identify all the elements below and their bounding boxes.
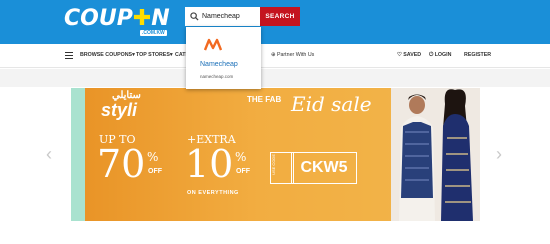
banner-headline-script: Eid sale: [291, 92, 372, 116]
banner-accent: [71, 88, 85, 221]
heart-icon: ♡: [397, 52, 402, 58]
models-photo: [391, 88, 480, 221]
suggestion-item[interactable]: Namecheap namecheap.com: [186, 27, 261, 89]
carousel-next-icon[interactable]: ›: [496, 144, 502, 165]
on-everything-label: ON EVERYTHING: [187, 190, 239, 196]
search-icon: [190, 12, 199, 21]
nav-login-label: LOGIN: [434, 52, 452, 58]
nav-saved-label: SAVED: [403, 52, 422, 58]
promo-banner[interactable]: ستايلي styli THE FAB Eid sale UP TO 70 %…: [71, 88, 480, 221]
nav-partner-label: Partner With Us: [276, 52, 315, 58]
discount-10: 10: [185, 142, 234, 186]
nav-saved[interactable]: ♡ SAVED: [397, 52, 421, 58]
promo-code: CKW5: [291, 152, 357, 184]
site-logo[interactable]: COUP✚N .COM.KW: [64, 6, 180, 38]
power-icon: ⏻: [429, 52, 434, 58]
spacer-strip: [0, 69, 550, 87]
logo-o-icon: ✚: [132, 6, 152, 31]
nav-login[interactable]: ⏻ LOGIN: [429, 52, 451, 59]
off-label-2: OFF: [236, 168, 250, 175]
suggestion-name: Namecheap: [200, 61, 238, 68]
nav-partner[interactable]: ⊕ Partner With Us: [271, 52, 314, 58]
search-suggestions-dropdown: Namecheap namecheap.com: [186, 27, 261, 89]
off-label-1: OFF: [148, 168, 162, 175]
logo-text-start: COUP: [64, 6, 133, 31]
namecheap-logo-icon: [204, 38, 222, 51]
banner-headline-small: THE FAB: [247, 95, 282, 104]
partner-icon: ⊕: [271, 52, 276, 58]
site-header: COUP✚N .COM.KW SEARCH: [0, 0, 550, 44]
nav-register[interactable]: REGISTER: [464, 52, 491, 58]
search-box[interactable]: [185, 7, 260, 26]
logo-domain: .COM.KW: [140, 30, 167, 36]
discount-70: 70: [97, 142, 146, 186]
search-button[interactable]: SEARCH: [260, 7, 300, 26]
menu-icon[interactable]: [65, 52, 73, 60]
logo-text-end: N: [151, 6, 170, 31]
suggestion-url: namecheap.com: [200, 74, 234, 79]
search-bar: SEARCH: [185, 7, 300, 26]
percent-sign-2: %: [235, 150, 247, 164]
logo-wordmark: COUP✚N: [64, 6, 170, 31]
percent-sign-1: %: [147, 150, 159, 164]
search-input[interactable]: [202, 9, 258, 24]
use-code-label: USE CODE: [271, 154, 276, 175]
main-nav: BROWSE COUPONS▾ TOP STORES▾ CATE ⊕ Partn…: [0, 44, 550, 68]
carousel-prev-icon[interactable]: ‹: [46, 144, 52, 165]
nav-top-stores[interactable]: TOP STORES▾: [136, 52, 173, 58]
nav-browse-coupons[interactable]: BROWSE COUPONS▾: [80, 52, 135, 58]
brand-logo: styli: [101, 100, 138, 120]
